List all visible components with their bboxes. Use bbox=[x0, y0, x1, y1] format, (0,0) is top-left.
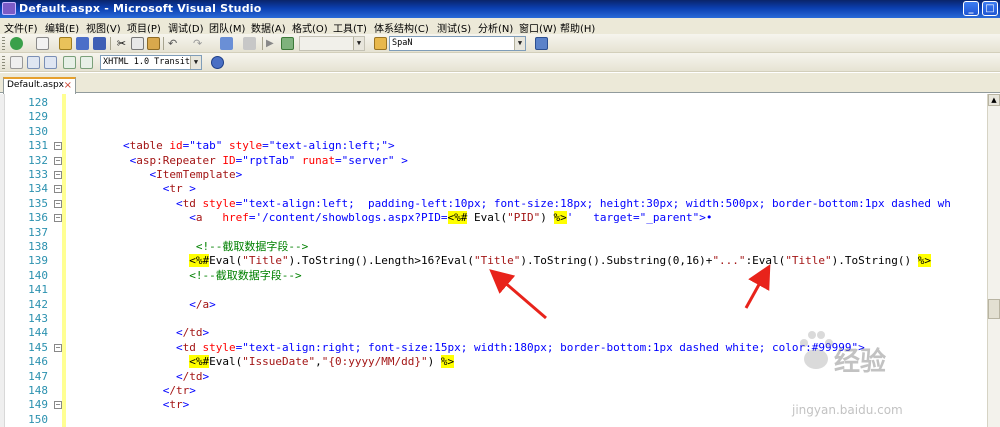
find-combo[interactable]: SpaN ▼ bbox=[389, 36, 526, 51]
menu-debug[interactable]: 调试(D) bbox=[168, 20, 204, 35]
undo-icon[interactable]: ↶ bbox=[168, 37, 181, 50]
collapse-region-icon[interactable]: − bbox=[54, 156, 62, 165]
toolbar-grip[interactable] bbox=[2, 56, 5, 69]
scroll-thumb[interactable] bbox=[988, 299, 1000, 319]
solution-explorer-icon[interactable] bbox=[535, 37, 548, 50]
indent-icon[interactable] bbox=[44, 56, 57, 69]
visual-studio-icon bbox=[2, 2, 16, 15]
line-number: 150 bbox=[28, 412, 48, 426]
paste-icon[interactable] bbox=[147, 37, 160, 50]
add-item-icon[interactable] bbox=[36, 37, 49, 50]
menu-bar: 文件(F) 编辑(E) 视图(V) 项目(P) 调试(D) 团队(M) 数据(A… bbox=[0, 18, 1000, 35]
menu-data[interactable]: 数据(A) bbox=[251, 20, 286, 35]
solution-config-combo[interactable]: ▼ bbox=[299, 36, 365, 51]
vertical-scrollbar[interactable]: ▲ bbox=[987, 94, 1000, 427]
close-icon[interactable]: × bbox=[64, 80, 72, 91]
toolbar-separator bbox=[262, 37, 263, 50]
tab-default-aspx[interactable]: Default.aspx × bbox=[3, 77, 76, 94]
toolbar-separator bbox=[163, 37, 164, 50]
comment-icon[interactable] bbox=[63, 56, 76, 69]
menu-architecture[interactable]: 体系结构(C) bbox=[374, 20, 429, 35]
uncomment-icon[interactable] bbox=[80, 56, 93, 69]
collapse-region-icon[interactable]: − bbox=[54, 343, 62, 352]
toolbar-grip[interactable] bbox=[2, 37, 5, 50]
menu-window[interactable]: 窗口(W) bbox=[519, 20, 557, 35]
collapse-region-icon[interactable]: − bbox=[54, 214, 62, 223]
collapse-region-icon[interactable]: − bbox=[54, 171, 62, 179]
new-project-icon[interactable] bbox=[10, 37, 23, 50]
scroll-up-icon[interactable]: ▲ bbox=[988, 94, 1000, 106]
copy-icon[interactable] bbox=[131, 37, 144, 50]
title-bar: Default.aspx - Microsoft Visual Studio _… bbox=[0, 0, 1000, 18]
collapse-region-icon[interactable]: − bbox=[54, 199, 62, 208]
window-title: Default.aspx - Microsoft Visual Studio bbox=[19, 2, 262, 15]
menu-team[interactable]: 团队(M) bbox=[209, 20, 245, 35]
code-line[interactable]: 150 bbox=[0, 412, 1000, 427]
menu-edit[interactable]: 编辑(E) bbox=[45, 20, 79, 35]
attach-process-icon[interactable] bbox=[281, 37, 294, 50]
code-editor[interactable]: 128 129 130 131− <table id="tab" style="tex… bbox=[0, 94, 1000, 427]
maximize-button[interactable]: □ bbox=[982, 1, 998, 16]
open-folder-icon[interactable] bbox=[59, 37, 72, 50]
format-document-icon[interactable] bbox=[10, 56, 23, 69]
cut-icon[interactable]: ✂ bbox=[115, 37, 128, 50]
document-tab-strip: Default.aspx × bbox=[0, 73, 1000, 94]
validation-schema-combo[interactable]: XHTML 1.0 Transitio ▼ bbox=[100, 55, 202, 70]
save-all-icon[interactable] bbox=[93, 37, 106, 50]
start-debug-icon[interactable]: ▶ bbox=[266, 37, 279, 50]
menu-analyze[interactable]: 分析(N) bbox=[478, 20, 513, 35]
toolbar-separator bbox=[110, 37, 111, 50]
save-icon[interactable] bbox=[76, 37, 89, 50]
outdent-icon[interactable] bbox=[27, 56, 40, 69]
menu-help[interactable]: 帮助(H) bbox=[560, 20, 595, 35]
find-in-files-icon[interactable] bbox=[374, 37, 387, 50]
collapse-region-icon[interactable]: − bbox=[54, 185, 62, 194]
navigate-forward-icon[interactable] bbox=[243, 37, 256, 50]
check-accessibility-icon[interactable] bbox=[211, 56, 224, 69]
menu-tools[interactable]: 工具(T) bbox=[333, 20, 367, 35]
minimize-button[interactable]: _ bbox=[963, 1, 979, 16]
menu-project[interactable]: 项目(P) bbox=[127, 20, 161, 35]
menu-test[interactable]: 测试(S) bbox=[437, 20, 471, 35]
collapse-region-icon[interactable]: − bbox=[54, 401, 62, 410]
standard-toolbar: ✂ ↶ ↷ ▶ ▼ SpaN ▼ bbox=[0, 34, 1000, 53]
menu-view[interactable]: 视图(V) bbox=[86, 20, 121, 35]
collapse-region-icon[interactable]: − bbox=[54, 142, 62, 151]
menu-file[interactable]: 文件(F) bbox=[4, 20, 38, 35]
menu-format[interactable]: 格式(O) bbox=[292, 20, 328, 35]
navigate-backward-icon[interactable] bbox=[220, 37, 233, 50]
html-source-toolbar: XHTML 1.0 Transitio ▼ bbox=[0, 53, 1000, 72]
redo-icon[interactable]: ↷ bbox=[193, 37, 206, 50]
tab-label: Default.aspx bbox=[7, 80, 64, 90]
